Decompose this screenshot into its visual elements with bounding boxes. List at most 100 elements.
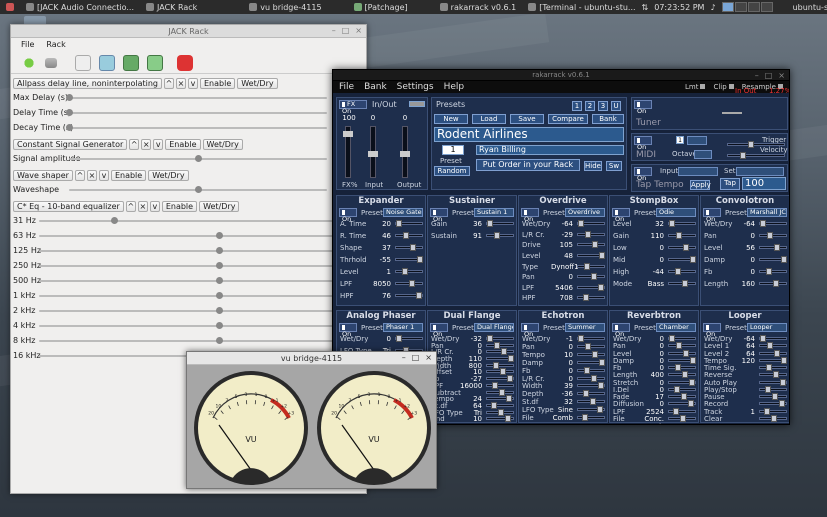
input-fader[interactable] [368, 126, 378, 178]
task-jack-rack[interactable]: JACK Rack [140, 0, 203, 14]
move-down-button[interactable]: v [98, 170, 109, 181]
slider-knob[interactable] [675, 268, 681, 275]
put-order-button[interactable]: Put Order in your Rack [476, 159, 580, 171]
slider-knob[interactable] [216, 232, 223, 239]
control-slider[interactable] [39, 247, 339, 254]
control-slider[interactable] [39, 217, 339, 224]
param-slider[interactable] [668, 414, 696, 422]
slider-knob[interactable] [216, 337, 223, 344]
effect-preset-select[interactable]: Phaser 1 [383, 323, 423, 332]
slider-knob[interactable] [676, 342, 682, 350]
slider-knob[interactable] [66, 124, 73, 131]
slider-knob[interactable] [487, 220, 493, 227]
slider-knob[interactable] [491, 401, 497, 409]
wet-dry-button[interactable]: Wet/Dry [237, 78, 278, 89]
compare-button[interactable]: Compare [548, 114, 588, 124]
slider-knob[interactable] [492, 381, 498, 389]
effect-on-button[interactable]: On [430, 208, 448, 223]
param-slider[interactable] [759, 364, 787, 371]
param-slider[interactable] [668, 280, 696, 287]
move-up-button[interactable]: ^ [125, 201, 136, 212]
param-slider[interactable] [759, 400, 787, 408]
window-titlebar[interactable]: JACK Rack – □ × [11, 25, 366, 38]
slider-knob[interactable] [766, 268, 772, 275]
apply-button[interactable]: Apply [690, 180, 711, 190]
param-slider[interactable] [668, 378, 696, 386]
slider-knob[interactable] [396, 220, 402, 227]
enable-button[interactable]: Enable [165, 139, 201, 150]
load-preset-button[interactable]: Load [472, 114, 506, 124]
slider-knob[interactable] [216, 277, 223, 284]
slider-knob[interactable] [766, 364, 772, 371]
param-slider[interactable] [577, 382, 605, 390]
tap-button[interactable]: Tap [720, 178, 740, 190]
param-slider[interactable] [577, 390, 605, 398]
slider-knob[interactable] [592, 241, 598, 249]
slider-knob[interactable] [773, 371, 779, 379]
slider-knob[interactable] [584, 366, 590, 374]
control-slider[interactable] [66, 94, 327, 101]
slider-knob[interactable] [66, 109, 73, 116]
remove-plugin-button[interactable]: × [141, 139, 152, 150]
plugin-name[interactable]: Constant Signal Generator [13, 139, 128, 150]
add-plugin-icon[interactable] [21, 54, 37, 71]
slider-knob[interactable] [505, 415, 511, 423]
slider-knob[interactable] [767, 232, 773, 239]
slider-knob[interactable] [773, 280, 779, 287]
new-file-icon[interactable] [75, 54, 91, 71]
param-slider[interactable] [577, 342, 605, 350]
param-slider[interactable] [486, 355, 514, 363]
param-slider[interactable] [759, 244, 787, 251]
slider-knob[interactable] [765, 385, 771, 393]
param-slider[interactable] [668, 342, 696, 350]
menu-file[interactable]: File [339, 82, 354, 92]
effect-on-button[interactable]: On [703, 323, 721, 338]
param-slider[interactable] [395, 280, 423, 287]
param-slider[interactable] [668, 356, 696, 364]
param-slider[interactable] [486, 220, 514, 227]
param-slider[interactable] [486, 395, 514, 403]
slider-knob[interactable] [599, 358, 605, 366]
param-slider[interactable] [759, 256, 787, 263]
menu-rack[interactable]: Rack [46, 40, 65, 50]
slider-knob[interactable] [690, 356, 696, 364]
effect-preset-select[interactable]: Dual Flange [474, 323, 514, 332]
velocity-slider[interactable] [727, 152, 785, 159]
task-patchage[interactable]: [Patchage] [348, 0, 414, 14]
param-slider[interactable] [577, 350, 605, 358]
param-slider[interactable] [486, 361, 514, 369]
task-vu-bridge[interactable]: vu bridge-4115 [243, 0, 327, 14]
param-slider[interactable] [486, 335, 514, 342]
slider-knob[interactable] [688, 400, 694, 408]
param-slider[interactable] [668, 256, 696, 263]
param-slider[interactable] [577, 414, 605, 422]
slider-knob[interactable] [597, 406, 603, 414]
control-slider[interactable] [69, 186, 327, 193]
param-slider[interactable] [486, 381, 514, 389]
effect-on-button[interactable]: On [339, 323, 357, 338]
param-slider[interactable] [577, 220, 605, 227]
effect-preset-select[interactable]: Odie [656, 208, 696, 217]
slider-knob[interactable] [500, 368, 506, 376]
slider-knob[interactable] [216, 322, 223, 329]
slider-knob[interactable] [585, 230, 591, 238]
slider-knob[interactable] [494, 341, 500, 349]
slider-knob[interactable] [487, 335, 493, 342]
menu-file[interactable]: File [21, 40, 34, 50]
window-titlebar[interactable]: vu bridge-4115 – □ × [187, 352, 436, 365]
param-slider[interactable] [668, 335, 696, 342]
author-field[interactable]: Ryan Billing [476, 145, 624, 155]
maximize-icon[interactable]: □ [765, 71, 773, 80]
close-icon[interactable]: × [425, 353, 432, 362]
bank-button[interactable]: Bank [592, 114, 624, 124]
preset-number-field[interactable]: 1 [442, 145, 464, 155]
param-slider[interactable] [486, 388, 514, 396]
workspace[interactable] [721, 2, 734, 12]
param-slider[interactable] [577, 366, 605, 374]
bank-1-button[interactable]: 1 [572, 101, 582, 111]
wet-dry-button[interactable]: Wet/Dry [199, 201, 240, 212]
slider-knob[interactable] [499, 388, 505, 396]
move-down-button[interactable]: v [153, 139, 164, 150]
slider-knob[interactable] [676, 232, 682, 239]
param-slider[interactable] [668, 364, 696, 371]
